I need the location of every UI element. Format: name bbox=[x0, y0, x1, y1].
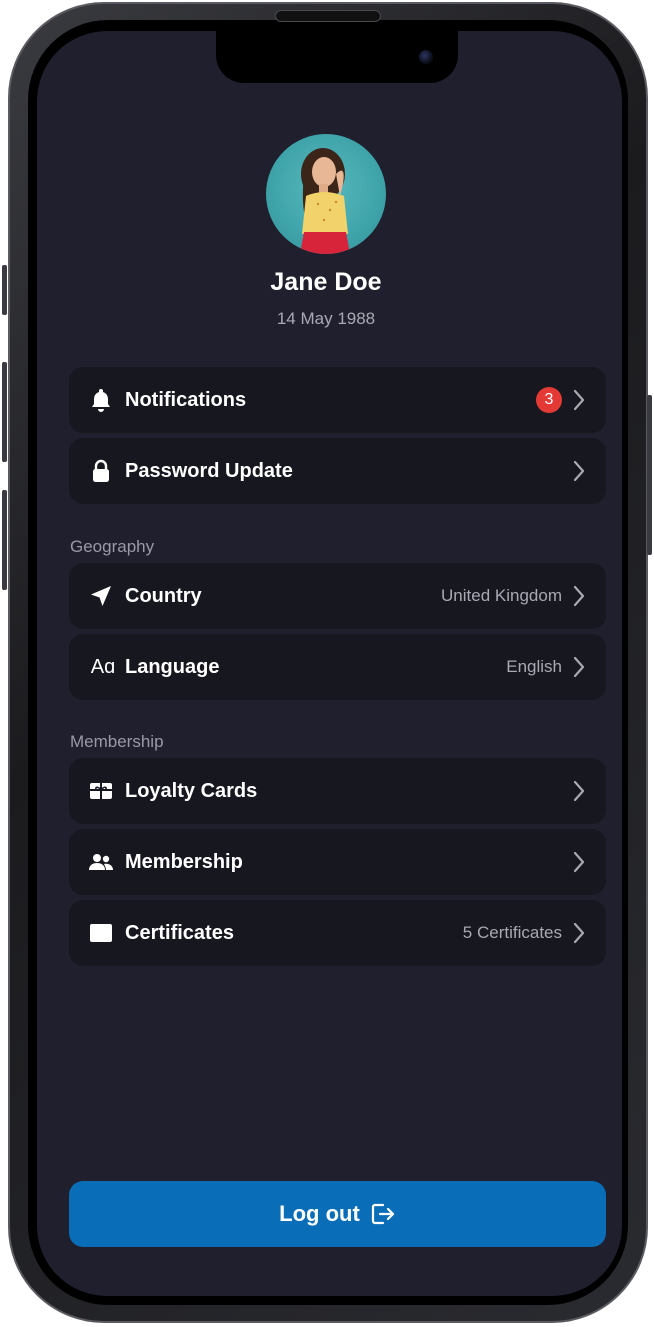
app-screen: Jane Doe 14 May 1988 Notifications 3 Pas… bbox=[37, 31, 622, 1296]
speaker-grille bbox=[275, 10, 381, 22]
volume-down-button bbox=[2, 490, 7, 590]
country-value: United Kingdom bbox=[441, 586, 562, 605]
location-arrow-icon bbox=[89, 584, 113, 608]
profile-header: Jane Doe 14 May 1988 bbox=[37, 134, 615, 329]
loyalty-cards-label: Loyalty Cards bbox=[125, 779, 258, 802]
membership-row[interactable]: Membership bbox=[69, 829, 606, 895]
power-button bbox=[647, 395, 652, 555]
chevron-right-icon bbox=[573, 389, 585, 411]
avatar-portrait bbox=[300, 148, 350, 254]
certificate-icon bbox=[89, 921, 113, 945]
volume-up-button bbox=[2, 362, 7, 462]
logout-button[interactable]: Log out bbox=[69, 1181, 606, 1247]
silent-switch bbox=[2, 265, 7, 315]
notifications-row[interactable]: Notifications 3 bbox=[69, 367, 606, 433]
country-label: Country bbox=[125, 584, 202, 607]
chevron-right-icon bbox=[573, 922, 585, 944]
profile-name: Jane Doe bbox=[270, 268, 382, 296]
password-update-row[interactable]: Password Update bbox=[69, 438, 606, 504]
language-row[interactable]: Aɑ Language English bbox=[69, 634, 606, 700]
notifications-label: Notifications bbox=[125, 388, 247, 411]
avatar[interactable] bbox=[266, 134, 386, 254]
certificates-row[interactable]: Certificates 5 Certificates bbox=[69, 900, 606, 966]
notifications-badge: 3 bbox=[536, 387, 562, 413]
logout-icon bbox=[370, 1201, 396, 1227]
language-icon: Aɑ bbox=[90, 655, 116, 678]
chevron-right-icon bbox=[573, 656, 585, 678]
chevron-right-icon bbox=[573, 585, 585, 607]
language-value: English bbox=[506, 657, 562, 676]
membership-label: Membership bbox=[125, 850, 243, 873]
country-row[interactable]: Country United Kingdom bbox=[69, 563, 606, 629]
people-icon bbox=[89, 850, 113, 874]
logout-label: Log out bbox=[279, 1201, 360, 1226]
profile-dob: 14 May 1988 bbox=[276, 309, 376, 328]
bell-icon bbox=[89, 388, 113, 412]
notch bbox=[216, 31, 458, 83]
password-update-label: Password Update bbox=[125, 459, 293, 482]
certificates-value: 5 Certificates bbox=[462, 923, 562, 942]
section-geography: Geography bbox=[70, 537, 155, 556]
lock-icon bbox=[89, 459, 113, 483]
chevron-right-icon bbox=[573, 780, 585, 802]
certificates-label: Certificates bbox=[125, 921, 234, 944]
chevron-right-icon bbox=[573, 851, 585, 873]
loyalty-cards-row[interactable]: Loyalty Cards bbox=[69, 758, 606, 824]
front-camera bbox=[419, 50, 433, 64]
section-membership: Membership bbox=[70, 732, 164, 751]
chevron-right-icon bbox=[573, 460, 585, 482]
gift-card-icon bbox=[89, 779, 113, 803]
language-label: Language bbox=[125, 655, 220, 678]
